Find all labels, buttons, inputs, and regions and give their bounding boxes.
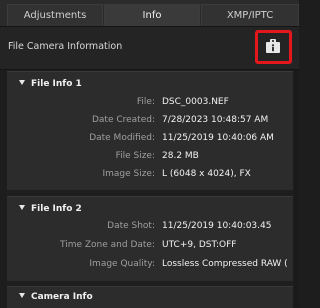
section-file-info-1: File Info 1 File: DSC_0003.NEF Date Crea…	[7, 71, 293, 190]
collapse-triangle-icon	[19, 80, 25, 85]
info-value: 28.2 MB	[162, 151, 199, 161]
info-value: L (6048 x 4024), FX	[162, 169, 251, 179]
section-title: Camera Info	[31, 292, 93, 302]
tab-bar: Adjustments Info XMP/IPTC	[0, 0, 299, 27]
info-label: File Size:	[115, 151, 155, 161]
info-row: File Size: 28.2 MB	[7, 149, 293, 163]
section-title: File Info 2	[31, 204, 82, 214]
info-value: Lossless Compressed RAW (	[162, 259, 288, 269]
info-value: DSC_0003.NEF	[162, 97, 229, 107]
info-row: Date Modified: 11/25/2019 10:40:06 AM	[7, 131, 293, 145]
info-row: Image Size: L (6048 x 4024), FX	[7, 167, 293, 181]
tab-adjustments[interactable]: Adjustments	[7, 4, 103, 26]
section-header[interactable]: File Info 2	[19, 204, 82, 214]
info-label: Image Quality:	[89, 259, 155, 269]
section-title: File Info 1	[31, 79, 82, 89]
info-row: Image Quality: Lossless Compressed RAW (	[7, 257, 293, 271]
info-row: File: DSC_0003.NEF	[7, 95, 293, 109]
info-value: 11/25/2019 10:40:03.45	[162, 221, 272, 231]
tab-xmp-iptc[interactable]: XMP/IPTC	[201, 4, 299, 26]
scrollbar[interactable]	[294, 70, 299, 307]
info-value: 7/28/2023 10:48:57 AM	[162, 115, 269, 125]
info-value: UTC+9, DST:OFF	[162, 240, 237, 250]
info-row: Date Shot: 11/25/2019 10:40:03.45	[7, 219, 293, 233]
section-header[interactable]: Camera Info	[19, 292, 93, 302]
info-label: Date Shot:	[107, 221, 155, 231]
info-card-icon	[266, 39, 280, 53]
section-file-info-2: File Info 2 Date Shot: 11/25/2019 10:40:…	[7, 196, 293, 281]
info-card-button[interactable]	[264, 37, 282, 55]
info-label: Date Created:	[91, 115, 155, 125]
section-header[interactable]: File Info 1	[19, 79, 82, 89]
tab-info[interactable]: Info	[104, 4, 200, 26]
section-camera-info: Camera Info	[7, 286, 293, 308]
info-label: Date Modified:	[89, 133, 155, 143]
info-label: Time Zone and Date:	[60, 240, 155, 250]
info-value: 11/25/2019 10:40:06 AM	[162, 133, 274, 143]
info-row: Date Created: 7/28/2023 10:48:57 AM	[7, 113, 293, 127]
collapse-triangle-icon	[19, 205, 25, 210]
info-row: Time Zone and Date: UTC+9, DST:OFF	[7, 238, 293, 252]
info-label: File:	[136, 97, 155, 107]
panel-title: File Camera Information	[8, 41, 123, 52]
collapse-triangle-icon	[19, 293, 25, 298]
info-label: Image Size:	[102, 169, 155, 179]
